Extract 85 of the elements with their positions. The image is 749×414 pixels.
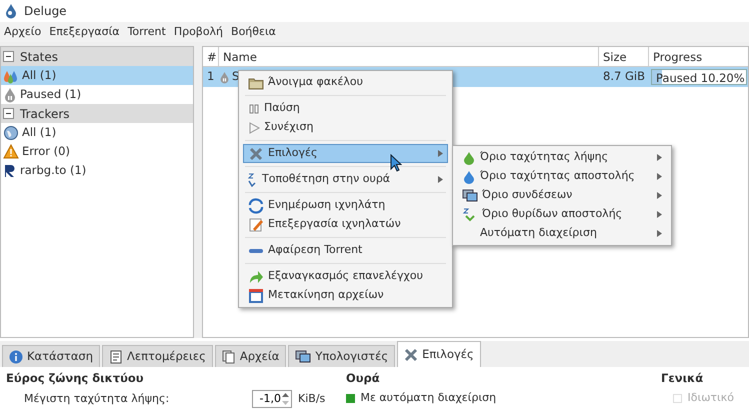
section-title: Ουρά: [346, 370, 381, 387]
section-title: Γενικά: [661, 370, 704, 387]
menu-item[interactable]: Όριο θυρίδων αποστολής: [457, 205, 667, 224]
menu-item[interactable]: Συνέχιση: [243, 118, 448, 137]
menu-item[interactable]: Παύση: [243, 99, 448, 118]
table-cell-text: 1: [206, 68, 216, 86]
refresh-icon: [248, 198, 264, 214]
expander-icon[interactable]: [3, 108, 14, 119]
deluge-logo-icon: [4, 3, 18, 19]
sidebar-item[interactable]: rarbg.to (1): [1, 161, 193, 180]
paused-drop-icon: [3, 86, 17, 102]
sidebar-item[interactable]: Error (0): [1, 142, 193, 161]
column-header[interactable]: Progress: [649, 47, 748, 66]
submenu-arrow-icon: [657, 192, 662, 199]
submenu-arrow-icon: [657, 211, 662, 218]
menu-item[interactable]: Εξαναγκασμός επανελέγχου: [243, 267, 448, 286]
move-files-icon: [248, 288, 264, 304]
letter-r-icon: [3, 164, 17, 178]
recheck-arrow-icon: [248, 268, 264, 284]
sidebar-item[interactable]: All (1): [1, 66, 193, 85]
menu-item[interactable]: Τοποθέτηση στην ουρά: [243, 170, 448, 189]
menu-item[interactable]: Επεξεργασία: [45, 24, 124, 40]
menu-item[interactable]: Επιλογές: [243, 144, 448, 163]
menu-item[interactable]: Προβολή: [170, 24, 228, 40]
menu-item[interactable]: Επεξεργασία ιχνηλατών: [243, 215, 448, 234]
submenu-arrow-icon: [657, 230, 662, 237]
menu-item[interactable]: Όριο συνδέσεων: [457, 186, 667, 205]
pause-icon: [248, 102, 260, 114]
upload-drop-icon: [462, 170, 476, 184]
group-title: Trackers: [20, 106, 70, 122]
submenu-arrow-icon: [438, 176, 443, 183]
menu-item[interactable]: Ενημέρωση ιχνηλάτη: [243, 196, 448, 215]
sidebar-item[interactable]: Paused (1): [1, 85, 193, 104]
paused-drop-icon: [219, 70, 230, 84]
window-title: Deluge: [24, 3, 67, 20]
menu-item[interactable]: Αφαίρεση Torrent: [243, 241, 448, 260]
section-title: Εύρος ζώνης δικτύου: [6, 370, 145, 387]
spin-input[interactable]: -1,0: [253, 391, 281, 408]
download-drop-icon: [462, 150, 476, 164]
tab[interactable]: Αρχεία: [214, 345, 286, 367]
computers-icon: [462, 188, 478, 202]
group-title: States: [20, 48, 58, 66]
tab[interactable]: Κατάσταση: [2, 345, 100, 367]
submenu-arrow-icon: [438, 150, 443, 157]
spin-arrows-icon: [281, 391, 290, 408]
sidebar-item[interactable]: All (1): [1, 123, 193, 142]
details-icon: [109, 350, 123, 364]
computers-icon: [295, 350, 312, 364]
menu-item[interactable]: Αρχείο: [0, 24, 46, 40]
mouse-cursor-icon: [390, 154, 402, 172]
menu-item[interactable]: Όριο ταχύτητας λήψης: [457, 148, 667, 167]
menu-item[interactable]: Αυτόματη διαχείριση: [457, 224, 667, 243]
menu-item[interactable]: Μετακίνηση αρχείων: [243, 286, 448, 305]
tab[interactable]: Επιλογές: [397, 341, 481, 367]
column-header[interactable]: Name: [219, 47, 599, 66]
progress-text: Paused 10.20%: [655, 71, 745, 85]
tools-icon: [248, 146, 264, 162]
spin-field[interactable]: -1,0: [252, 390, 292, 408]
expander-icon[interactable]: [3, 51, 14, 62]
column-header[interactable]: #: [203, 47, 219, 66]
sort-icon: [248, 172, 258, 186]
edit-icon: [248, 216, 264, 232]
tools-icon: [404, 348, 418, 362]
files-icon: [222, 350, 236, 364]
unit-label: KiB/s: [298, 391, 326, 407]
group-header[interactable]: States: [1, 47, 193, 66]
info-icon: [9, 350, 23, 364]
folder-icon: [248, 76, 264, 90]
tab[interactable]: Λεπτομέρειες: [102, 345, 213, 367]
field-label: Μέγιστη ταχύτητα λήψης:: [24, 391, 170, 407]
table-cell-text: 8.7 GiB: [602, 68, 646, 86]
checkbox-label: Ιδιωτικό: [688, 390, 734, 406]
menu-item[interactable]: Όριο ταχύτητας αποστολής: [457, 167, 667, 186]
play-icon: [248, 122, 260, 134]
column-header[interactable]: Size: [599, 47, 649, 66]
menu-item[interactable]: Βοήθεια: [227, 24, 280, 40]
tab[interactable]: Υπολογιστές: [288, 345, 396, 367]
warning-icon: [3, 144, 19, 160]
submenu-arrow-icon: [657, 154, 662, 161]
minus-icon: [248, 246, 264, 254]
submenu-arrow-icon: [657, 173, 662, 180]
checkbox[interactable]: [346, 394, 355, 403]
checkbox-label: Με αυτόματη διαχείριση: [360, 390, 496, 406]
menu-item[interactable]: Torrent: [124, 24, 170, 40]
group-header[interactable]: Trackers: [1, 104, 193, 123]
